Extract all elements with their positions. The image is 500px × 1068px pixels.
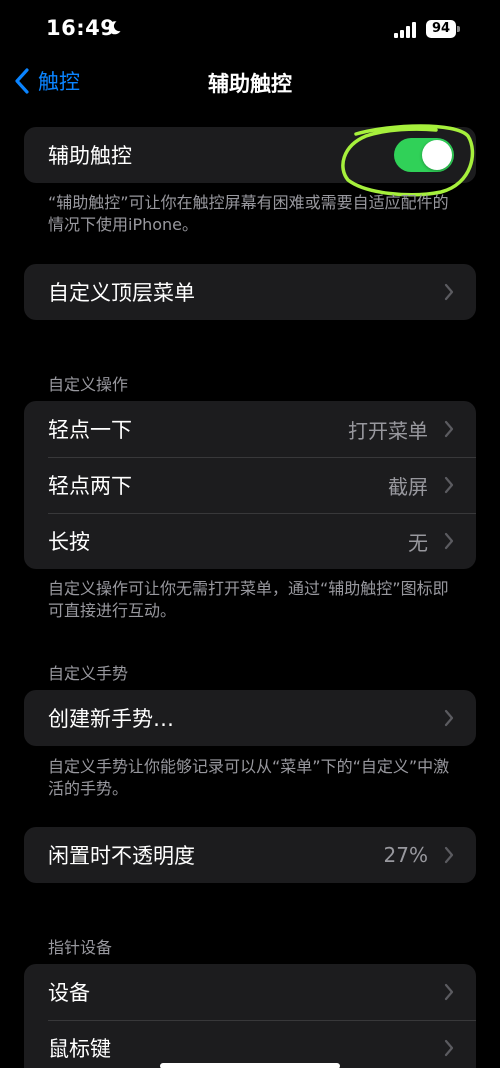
customize-top-menu-label: 自定义顶层菜单 xyxy=(48,281,195,305)
custom-actions-header: 自定义操作 xyxy=(48,375,129,394)
cellular-signal-icon xyxy=(394,22,416,38)
custom-gestures-caption: 自定义手势让你能够记录可以从“菜单”下的“自定义”中激活的手势。 xyxy=(48,757,450,798)
chevron-right-icon xyxy=(444,420,454,438)
battery-icon: 94 xyxy=(426,20,456,38)
devices-label: 设备 xyxy=(48,981,90,1005)
devices-row[interactable]: 设备 xyxy=(24,964,476,1020)
mouse-keys-row[interactable]: 鼠标键 xyxy=(24,1020,476,1068)
long-press-row[interactable]: 长按 无 xyxy=(24,513,476,569)
idle-opacity-label: 闲置时不透明度 xyxy=(48,844,195,868)
chevron-right-icon xyxy=(444,983,454,1001)
single-tap-row[interactable]: 轻点一下 打开菜单 xyxy=(24,401,476,457)
double-tap-label: 轻点两下 xyxy=(48,474,132,498)
pointer-devices-group: 设备 鼠标键 xyxy=(24,964,476,1068)
page-title: 辅助触控 xyxy=(208,72,292,96)
chevron-right-icon xyxy=(444,709,454,727)
idle-opacity-group: 闲置时不透明度 27% xyxy=(24,827,476,883)
battery-tip xyxy=(457,26,460,32)
chevron-right-icon xyxy=(444,846,454,864)
home-indicator[interactable] xyxy=(160,1063,340,1068)
assistive-touch-caption: “辅助触控”可让你在触控屏幕有困难或需要自适应配件的情况下使用iPhone。 xyxy=(48,193,449,234)
custom-gestures-header: 自定义手势 xyxy=(48,664,129,683)
settings-screen: 16:49 94 触控 辅助触控 辅助触控 “辅助触控”可让你在触控屏幕有困难或… xyxy=(0,0,500,1068)
chevron-right-icon xyxy=(444,283,454,301)
assistive-touch-toggle[interactable] xyxy=(394,138,454,172)
chevron-right-icon xyxy=(444,476,454,494)
battery-level: 94 xyxy=(431,21,451,36)
mouse-keys-label: 鼠标键 xyxy=(48,1037,111,1061)
moon-icon xyxy=(108,21,121,35)
long-press-value: 无 xyxy=(408,530,428,555)
customize-top-menu-row[interactable]: 自定义顶层菜单 xyxy=(24,264,476,320)
custom-actions-caption: 自定义操作可让你无需打开菜单，通过“辅助触控”图标即可直接进行互动。 xyxy=(48,579,449,620)
chevron-right-icon xyxy=(444,1039,454,1057)
pointer-devices-header: 指针设备 xyxy=(48,938,113,957)
toggle-knob xyxy=(422,140,452,170)
custom-actions-group: 轻点一下 打开菜单 轻点两下 截屏 长按 无 xyxy=(24,401,476,569)
double-tap-row[interactable]: 轻点两下 截屏 xyxy=(24,457,476,513)
navigation-bar: 触控 辅助触控 xyxy=(0,58,500,104)
assistive-touch-row: 辅助触控 xyxy=(24,127,476,183)
custom-gestures-group: 创建新手势… xyxy=(24,690,476,746)
chevron-right-icon xyxy=(444,532,454,550)
assistive-touch-group: 辅助触控 xyxy=(24,127,476,183)
idle-opacity-row[interactable]: 闲置时不透明度 27% xyxy=(24,827,476,883)
single-tap-value: 打开菜单 xyxy=(348,418,428,443)
status-time: 16:49 xyxy=(46,16,116,40)
create-new-gesture-row[interactable]: 创建新手势… xyxy=(24,690,476,746)
single-tap-label: 轻点一下 xyxy=(48,418,132,442)
double-tap-value: 截屏 xyxy=(388,474,428,499)
top-menu-group: 自定义顶层菜单 xyxy=(24,264,476,320)
long-press-label: 长按 xyxy=(48,530,90,554)
create-new-gesture-label: 创建新手势… xyxy=(48,707,174,731)
idle-opacity-value: 27% xyxy=(383,843,428,867)
status-bar: 16:49 94 xyxy=(0,0,500,60)
assistive-touch-label: 辅助触控 xyxy=(48,144,132,168)
